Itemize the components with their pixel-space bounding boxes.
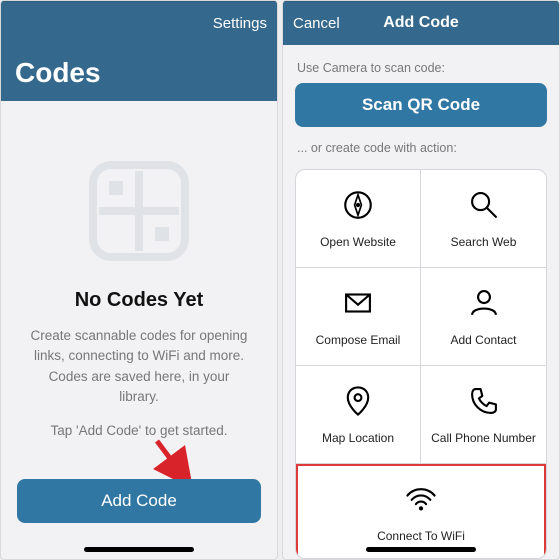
scan-qr-button-label: Scan QR Code — [362, 95, 480, 115]
empty-heading: No Codes Yet — [75, 289, 204, 312]
action-add-contact[interactable]: Add Contact — [421, 268, 546, 366]
action-compose-email[interactable]: Compose Email — [296, 268, 421, 366]
compass-icon — [341, 188, 375, 235]
person-icon — [467, 286, 501, 333]
add-code-screen: Cancel Add Code Use Camera to scan code:… — [282, 0, 560, 560]
modal-title: Add Code — [383, 14, 459, 32]
tile-label: Connect To WiFi — [377, 529, 465, 543]
page-title: Codes — [15, 57, 101, 89]
add-code-button-label: Add Code — [101, 491, 177, 511]
scan-qr-button[interactable]: Scan QR Code — [295, 83, 547, 127]
create-hint: ... or create code with action: — [297, 141, 545, 155]
empty-description-1: Create scannable codes for opening links… — [21, 326, 257, 407]
action-connect-wifi[interactable]: Connect To WiFi — [296, 464, 546, 559]
settings-link[interactable]: Settings — [213, 15, 267, 32]
search-icon — [467, 188, 501, 235]
qr-app-icon — [89, 161, 189, 261]
home-indicator[interactable] — [84, 547, 194, 552]
action-grid: Open Website Search Web Compose Email Ad… — [295, 169, 547, 559]
tile-label: Search Web — [451, 235, 517, 249]
title-bar: Codes — [1, 45, 277, 101]
tile-label: Compose Email — [316, 333, 401, 347]
cancel-link[interactable]: Cancel — [293, 15, 340, 32]
scan-hint: Use Camera to scan code: — [297, 61, 545, 75]
mail-icon — [341, 286, 375, 333]
tile-label: Map Location — [322, 431, 394, 445]
codes-library-screen: Settings Codes No Codes Yet Create scann… — [0, 0, 278, 560]
phone-icon — [467, 384, 501, 431]
empty-state: No Codes Yet Create scannable codes for … — [1, 101, 277, 559]
action-call-phone[interactable]: Call Phone Number — [421, 366, 546, 464]
add-code-button[interactable]: Add Code — [17, 479, 261, 523]
action-search-web[interactable]: Search Web — [421, 170, 546, 268]
home-indicator[interactable] — [366, 547, 476, 552]
tile-label: Call Phone Number — [431, 431, 536, 445]
wifi-icon — [404, 482, 438, 529]
action-open-website[interactable]: Open Website — [296, 170, 421, 268]
empty-description-2: Tap 'Add Code' to get started. — [44, 421, 233, 441]
location-icon — [341, 384, 375, 431]
navbar: Cancel Add Code — [283, 1, 559, 45]
action-map-location[interactable]: Map Location — [296, 366, 421, 464]
annotation-arrow-icon — [151, 437, 191, 483]
navbar: Settings — [1, 1, 277, 45]
tile-label: Open Website — [320, 235, 396, 249]
tile-label: Add Contact — [450, 333, 516, 347]
